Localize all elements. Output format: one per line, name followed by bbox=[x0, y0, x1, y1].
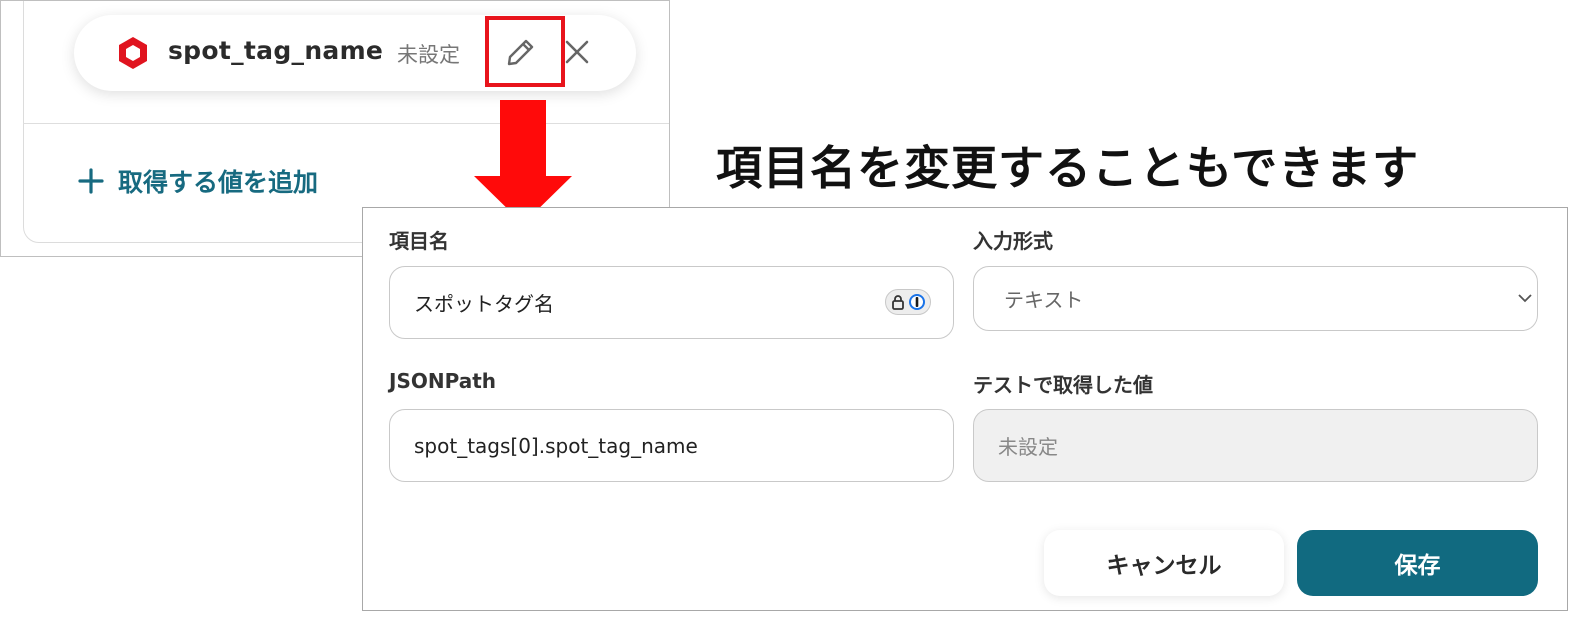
password-manager-badge[interactable] bbox=[885, 289, 931, 315]
json-path-label: JSONPath bbox=[389, 369, 497, 393]
test-value-field: 未設定 bbox=[973, 409, 1538, 482]
cancel-button[interactable]: キャンセル bbox=[1044, 530, 1284, 596]
test-value-label: テストで取得した値 bbox=[973, 373, 1153, 397]
close-icon[interactable] bbox=[563, 38, 591, 66]
item-name-input[interactable]: スポットタグ名 bbox=[389, 266, 954, 339]
save-button[interactable]: 保存 bbox=[1297, 530, 1538, 596]
plus-icon bbox=[78, 168, 104, 194]
json-path-value: spot_tags[0].spot_tag_name bbox=[414, 433, 698, 458]
lock-icon bbox=[891, 295, 904, 310]
json-path-input[interactable]: spot_tags[0].spot_tag_name bbox=[389, 409, 954, 482]
field-status: 未設定 bbox=[397, 43, 460, 67]
edit-highlight-box bbox=[485, 16, 565, 87]
input-format-label: 入力形式 bbox=[973, 229, 1053, 253]
field-tag-name: spot_tag_name bbox=[168, 36, 384, 65]
key-icon bbox=[908, 294, 925, 310]
input-format-value: テキスト bbox=[1004, 288, 1084, 312]
headline: 項目名を変更することもできます bbox=[716, 141, 1420, 195]
chevron-down-icon bbox=[1518, 294, 1532, 303]
item-name-label: 項目名 bbox=[389, 229, 449, 253]
add-value-button[interactable]: 取得する値を追加 bbox=[78, 163, 318, 199]
add-value-label: 取得する値を追加 bbox=[118, 168, 319, 197]
brand-hexagon-icon bbox=[119, 37, 147, 69]
item-name-value: スポットタグ名 bbox=[414, 292, 554, 316]
test-value-value: 未設定 bbox=[998, 435, 1058, 459]
input-format-select[interactable]: テキスト bbox=[973, 266, 1538, 331]
